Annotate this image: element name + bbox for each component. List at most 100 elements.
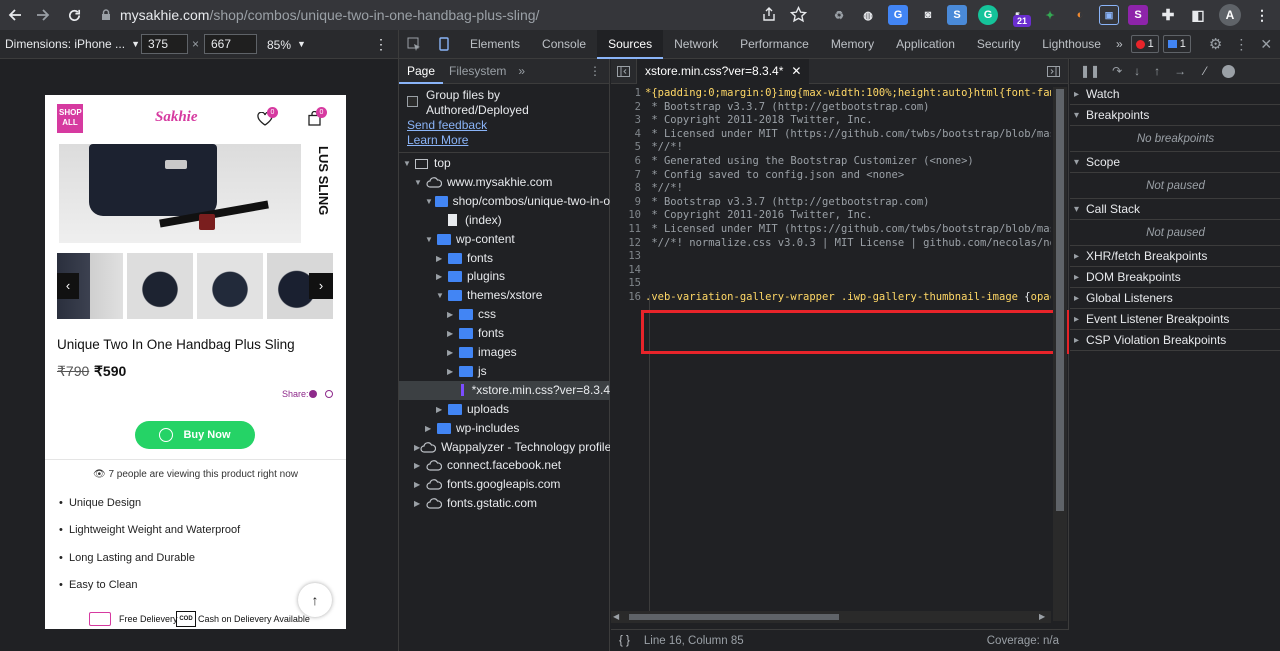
s-extension-icon[interactable]: S xyxy=(947,5,967,25)
collapsed-arrow-icon[interactable]: ▶ xyxy=(447,343,459,362)
tab-console[interactable]: Console xyxy=(531,30,597,59)
tree-item[interactable]: ▼ wp-content xyxy=(399,230,610,249)
device-select[interactable]: Dimensions: iPhone ... xyxy=(5,37,125,51)
reload-button[interactable] xyxy=(60,1,88,29)
pause-on-exceptions-icon[interactable] xyxy=(1222,64,1236,78)
product-main-image[interactable] xyxy=(59,144,301,243)
camera-extension-icon[interactable]: ◙ xyxy=(918,5,938,25)
back-to-top-button[interactable]: ↑ xyxy=(298,583,332,617)
thumbnail-2[interactable] xyxy=(127,253,193,319)
toggle-debugger-icon[interactable] xyxy=(1047,65,1060,77)
expanded-arrow-icon[interactable]: ▼ xyxy=(425,230,437,249)
vertical-scrollbar[interactable] xyxy=(1053,87,1067,621)
messages-counter[interactable]: 1 xyxy=(1162,35,1191,53)
tree-item[interactable]: ▶ Wappalyzer - Technology profiler xyxy=(399,438,610,457)
tree-item[interactable]: *xstore.min.css?ver=8.3.4 xyxy=(399,380,610,400)
facebook-icon[interactable] xyxy=(309,390,317,398)
tab-sources[interactable]: Sources xyxy=(597,29,664,59)
tab-application[interactable]: Application xyxy=(885,30,966,59)
collapsed-arrow-icon[interactable]: ▶ xyxy=(414,475,426,494)
tab-filesystem[interactable]: Filesystem xyxy=(443,64,512,78)
section-dom-breakpoints[interactable]: DOM Breakpoints xyxy=(1070,267,1280,288)
navigator-menu-icon[interactable]: ⋮ xyxy=(589,64,601,78)
tab-security[interactable]: Security xyxy=(966,30,1031,59)
expanded-arrow-icon[interactable]: ▼ xyxy=(403,154,415,173)
expanded-arrow-icon[interactable]: ▼ xyxy=(414,173,426,192)
globe-extension-icon[interactable]: ◍ xyxy=(858,5,878,25)
translate-extension-icon[interactable]: G xyxy=(888,5,908,25)
expanded-arrow-icon[interactable]: ▼ xyxy=(436,286,448,305)
settings-gear-icon[interactable]: ⚙ xyxy=(1209,35,1222,53)
bookmark-star-icon[interactable] xyxy=(790,6,807,23)
collapsed-arrow-icon[interactable]: ▶ xyxy=(436,267,448,286)
close-devtools-icon[interactable]: ✕ xyxy=(1260,36,1272,53)
file-tab[interactable]: xstore.min.css?ver=8.3.4* ✕ xyxy=(637,58,810,84)
pretty-print-icon[interactable]: { } xyxy=(619,635,630,647)
horizontal-scrollbar[interactable]: ◀ ▶ xyxy=(611,611,1051,623)
more-options-icon[interactable]: ⋮ xyxy=(374,36,388,53)
deactivate-breakpoints-icon[interactable]: ⁄ xyxy=(1204,64,1206,78)
profile-avatar[interactable]: A xyxy=(1219,4,1241,26)
section-global-listeners[interactable]: Global Listeners xyxy=(1070,288,1280,309)
learn-more-link[interactable]: Learn More xyxy=(407,133,468,147)
back-button[interactable] xyxy=(1,1,29,29)
screen-extension-icon[interactable]: ▣ xyxy=(1099,5,1119,25)
tree-item[interactable]: ▶ fonts xyxy=(399,324,610,343)
carousel-next-button[interactable]: › xyxy=(309,273,333,299)
tree-item[interactable]: ▼ top xyxy=(399,154,610,173)
scroll-right-icon[interactable]: ▶ xyxy=(1039,612,1049,622)
collapsed-arrow-icon[interactable]: ▶ xyxy=(447,305,459,324)
tab-page[interactable]: Page xyxy=(399,59,444,84)
step-over-icon[interactable]: ↷ xyxy=(1112,64,1122,78)
width-input[interactable] xyxy=(141,34,188,54)
scrollbar-thumb[interactable] xyxy=(1056,89,1064,511)
tree-item[interactable]: ▶ fonts.gstatic.com xyxy=(399,494,610,513)
tree-item[interactable]: ▼ shop/combos/unique-two-in-o xyxy=(399,192,610,211)
expanded-arrow-icon[interactable]: ▼ xyxy=(425,192,435,211)
shop-all-button[interactable]: SHOP ALL xyxy=(57,104,83,133)
more-navigator-tabs-icon[interactable]: » xyxy=(512,64,531,78)
section-scope[interactable]: Scope xyxy=(1070,152,1280,173)
tab-memory[interactable]: Memory xyxy=(820,30,885,59)
thumbnail-3[interactable] xyxy=(197,253,263,319)
tab-performance[interactable]: Performance xyxy=(729,30,820,59)
section-csp-violation-breakpoints[interactable]: CSP Violation Breakpoints xyxy=(1070,330,1280,351)
tree-item[interactable]: ▶ fonts xyxy=(399,249,610,268)
s2-extension-icon[interactable]: S xyxy=(1128,5,1148,25)
step-into-icon[interactable]: ↓ xyxy=(1134,64,1140,78)
send-feedback-link[interactable]: Send feedback xyxy=(407,118,487,132)
buy-now-button[interactable]: Buy Now xyxy=(135,421,255,449)
collapsed-arrow-icon[interactable]: ▶ xyxy=(436,400,448,419)
carousel-prev-button[interactable]: ‹ xyxy=(57,273,79,299)
forward-button[interactable] xyxy=(29,1,57,29)
puzzle-extensions-icon[interactable]: ✚ xyxy=(1158,5,1178,25)
collapsed-arrow-icon[interactable]: ▶ xyxy=(447,324,459,343)
section-event-listener-breakpoints[interactable]: Event Listener Breakpoints xyxy=(1070,309,1280,330)
colorful-extension-icon[interactable]: ✦ xyxy=(1040,5,1060,25)
device-toggle-icon[interactable] xyxy=(429,30,459,59)
section-watch[interactable]: Watch xyxy=(1070,84,1280,105)
errors-counter[interactable]: 1 xyxy=(1130,35,1159,53)
toggle-navigator-icon[interactable] xyxy=(611,58,637,84)
h-scrollbar-thumb[interactable] xyxy=(629,614,839,620)
tree-item[interactable]: ▶ js xyxy=(399,362,610,381)
site-logo[interactable]: Sakhie xyxy=(155,109,198,126)
more-tabs-icon[interactable]: » xyxy=(1112,30,1127,59)
share-icon[interactable] xyxy=(761,6,777,22)
section-call-stack[interactable]: Call Stack xyxy=(1070,199,1280,220)
collapsed-arrow-icon[interactable]: ▶ xyxy=(436,249,448,268)
section-xhr-fetch-breakpoints[interactable]: XHR/fetch Breakpoints xyxy=(1070,246,1280,267)
tree-item[interactable]: ▼ themes/xstore xyxy=(399,286,610,305)
tree-item[interactable]: ▶ plugins xyxy=(399,267,610,286)
collapsed-arrow-icon[interactable]: ▶ xyxy=(447,362,459,381)
code-content[interactable]: 1 *{padding:0;margin:0}img{max-width:100%… xyxy=(611,87,1051,627)
pause-icon[interactable]: ❚❚ xyxy=(1080,64,1100,78)
recycle-extension-icon[interactable]: ♻ xyxy=(829,5,849,25)
tree-item[interactable]: ▶ uploads xyxy=(399,400,610,419)
zoom-select[interactable]: 85% xyxy=(267,38,291,52)
collapsed-arrow-icon[interactable]: ▶ xyxy=(414,456,426,475)
tree-item[interactable]: ▶ fonts.googleapis.com xyxy=(399,475,610,494)
section-breakpoints[interactable]: Breakpoints xyxy=(1070,105,1280,126)
step-icon[interactable]: → xyxy=(1174,64,1186,78)
tree-item[interactable]: ▶ images xyxy=(399,343,610,362)
